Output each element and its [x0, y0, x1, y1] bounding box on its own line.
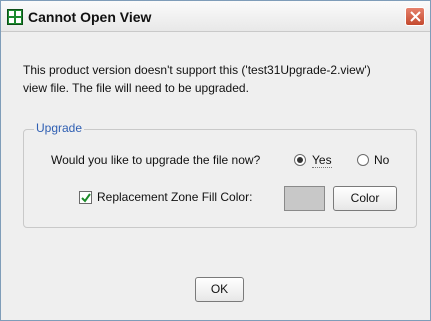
- message-text: This product version doesn't support thi…: [23, 61, 418, 97]
- title-bar[interactable]: Cannot Open View: [1, 1, 430, 32]
- replacement-checkbox[interactable]: [79, 191, 92, 204]
- dialog-content: This product version doesn't support thi…: [1, 32, 430, 320]
- upgrade-group: Upgrade Would you like to upgrade the fi…: [23, 121, 417, 228]
- ok-button[interactable]: OK: [195, 277, 244, 302]
- fill-color-swatch: [284, 186, 325, 211]
- close-icon: [410, 11, 421, 22]
- replacement-label[interactable]: Replacement Zone Fill Color:: [97, 190, 252, 204]
- message-line-1: This product version doesn't support thi…: [23, 63, 371, 77]
- grid-window-icon: [7, 9, 23, 25]
- color-button[interactable]: Color: [333, 186, 397, 211]
- upgrade-group-label: Upgrade: [34, 121, 85, 135]
- close-button[interactable]: [405, 7, 425, 26]
- message-line-2: view file. The file will need to be upgr…: [23, 81, 249, 95]
- no-radio-label[interactable]: No: [374, 153, 389, 167]
- no-radio[interactable]: [357, 154, 369, 166]
- upgrade-question: Would you like to upgrade the file now?: [51, 153, 261, 167]
- yes-radio-label[interactable]: Yes: [312, 153, 332, 168]
- yes-radio[interactable]: [294, 154, 306, 166]
- checkmark-icon: [81, 193, 91, 203]
- dialog-window: Cannot Open View This product version do…: [0, 0, 431, 321]
- window-title: Cannot Open View: [28, 9, 152, 25]
